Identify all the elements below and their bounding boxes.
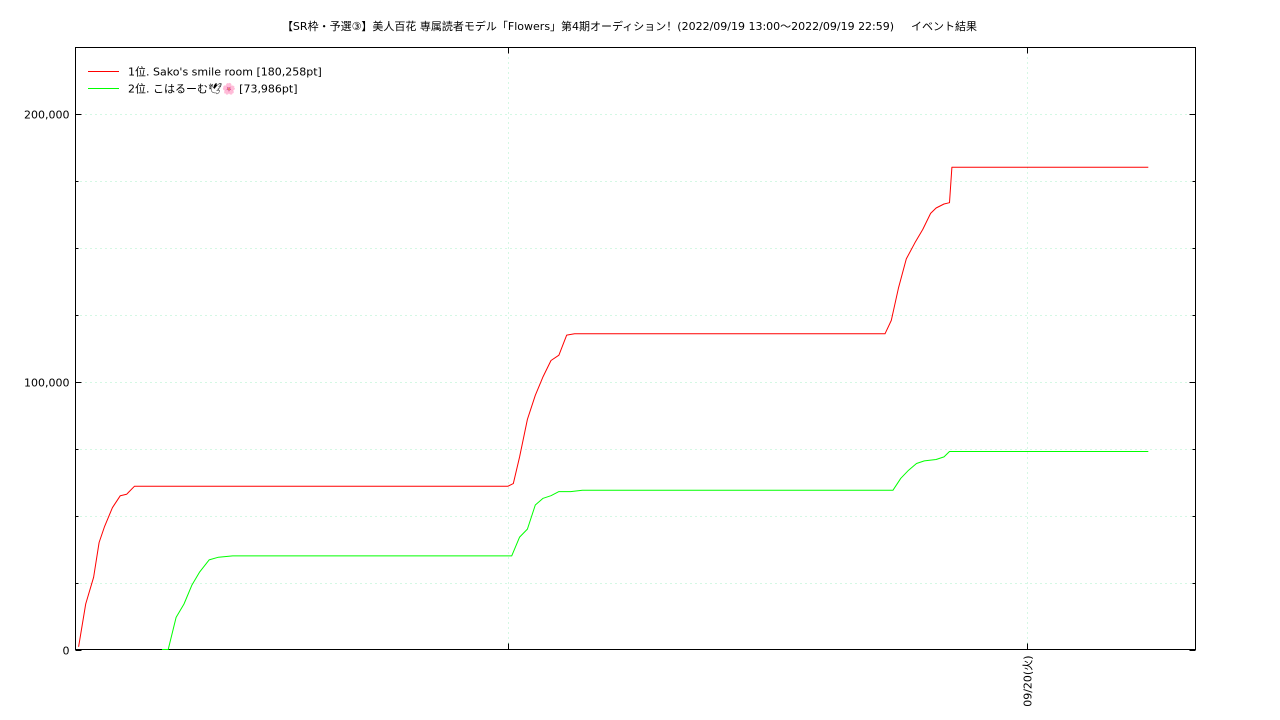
y-tick-label: 0	[63, 645, 70, 658]
axis-ticks: 0 100,000 200,000 09/20(火)	[24, 47, 1196, 707]
series-line-2	[162, 451, 1149, 650]
x-tick-label: 09/20(火)	[1022, 656, 1035, 707]
chart-subtitle: イベント結果	[911, 19, 977, 33]
chart-root: 【SR枠・予選③】美人百花 専属読者モデル「Flowers」第4期オーディション…	[0, 0, 1280, 720]
legend-label-2: 2位. こはるーむ🕊🌸 [73,986pt]	[128, 82, 298, 96]
y-tick-label: 200,000	[24, 109, 70, 122]
chart-title: 【SR枠・予選③】美人百花 専属読者モデル「Flowers」第4期オーディション…	[282, 19, 894, 33]
legend: 1位. Sako's smile room [180,258pt] 2位. こはる…	[88, 65, 322, 96]
grid	[75, 47, 1196, 650]
series-line-1	[78, 166, 1149, 647]
y-tick-label: 100,000	[24, 377, 70, 390]
line-chart: 【SR枠・予選③】美人百花 専属読者モデル「Flowers」第4期オーディション…	[24, 19, 1196, 707]
legend-label-1: 1位. Sako's smile room [180,258pt]	[128, 65, 322, 79]
series-lines	[78, 166, 1149, 650]
